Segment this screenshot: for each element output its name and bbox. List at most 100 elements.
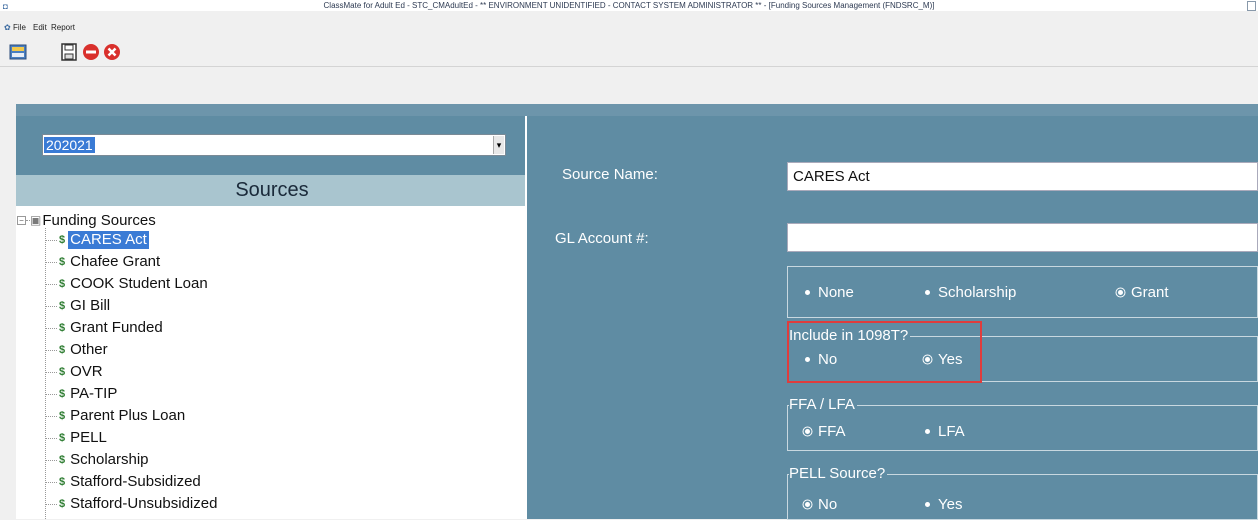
tree-item-label: PA-TIP — [70, 385, 118, 402]
dollar-icon: $ — [59, 322, 66, 334]
tree-item-cook-student-loan[interactable]: $ COOK Student Loan — [45, 274, 210, 294]
pell-radio-yes[interactable]: Yes — [925, 496, 962, 513]
window-title: ClassMate for Adult Ed - STC_CMAdultEd -… — [323, 1, 935, 10]
type-radio-none[interactable]: None — [805, 284, 854, 301]
year-select[interactable]: 202021 ▾ — [42, 134, 506, 156]
type-radio-grant[interactable]: Grant — [1118, 284, 1169, 301]
menu-report[interactable]: Report — [51, 22, 75, 33]
radio-dot — [925, 502, 930, 507]
tree-item-label: Grant Funded — [70, 319, 163, 336]
tree-item-chafee-grant[interactable]: $ Chafee Grant — [45, 252, 162, 272]
tree-item-label: Parent Plus Loan — [70, 407, 186, 424]
tree-item-label: Chafee Grant — [70, 253, 161, 270]
tree-connector — [45, 239, 57, 241]
tree-item-label: GI Bill — [70, 297, 111, 314]
dollar-icon: $ — [59, 300, 66, 312]
dollar-icon: $ — [59, 344, 66, 356]
radio-label: LFA — [938, 423, 965, 440]
dollar-icon: $ — [59, 432, 66, 444]
funding-sources-tree: − ▣ Funding Sources $ CARES Act $ Chafee G… — [16, 206, 513, 519]
tree-item-label: Stafford-Subsidized — [70, 473, 201, 490]
lfa-radio[interactable]: LFA — [925, 423, 965, 440]
tree-item-other[interactable]: $ Other — [45, 340, 110, 360]
radio-dot — [925, 290, 930, 295]
tree-item-pa-tip[interactable]: $ PA-TIP — [45, 384, 119, 404]
dollar-icon: $ — [59, 234, 66, 246]
tree-root[interactable]: − ▣ Funding Sources — [16, 211, 156, 229]
radio-label: None — [818, 284, 854, 301]
dollar-icon: $ — [59, 476, 66, 488]
toolbar — [0, 35, 1258, 65]
tree-connector — [45, 371, 57, 373]
dollar-icon: $ — [59, 410, 66, 422]
delete-button[interactable] — [80, 41, 102, 63]
tree-root-label: Funding Sources — [42, 211, 156, 229]
radio-label: Grant — [1131, 284, 1169, 301]
tree-item-stafford-unsubsidized[interactable]: $ Stafford-Unsubsidized — [45, 494, 219, 514]
tree-connector — [45, 393, 57, 395]
tree-item-cares-act[interactable]: $ CARES Act — [45, 230, 149, 250]
tree-item-stafford-subsidized[interactable]: $ Stafford-Subsidized — [45, 472, 203, 492]
sources-header: Sources — [16, 175, 528, 206]
tree-item-label: Other — [70, 341, 108, 358]
radio-dot — [805, 290, 810, 295]
radio-label: No — [818, 496, 838, 513]
tree-item-scholarship[interactable]: $ Scholarship — [45, 450, 151, 470]
radio-dot-selected — [805, 502, 810, 507]
tree-connector — [45, 503, 57, 505]
radio-label: Scholarship — [938, 284, 1017, 301]
tree-connector — [45, 415, 57, 417]
tree-item-pell[interactable]: $ PELL — [45, 428, 109, 448]
close-button[interactable] — [101, 41, 123, 63]
tree-item-label: PELL — [70, 429, 107, 446]
radio-dot-selected — [805, 429, 810, 434]
radio-label: Yes — [938, 496, 963, 513]
dollar-icon: $ — [59, 366, 66, 378]
type-radio-scholarship[interactable]: Scholarship — [925, 284, 1016, 301]
dollar-icon: $ — [59, 256, 66, 268]
tree-connector — [45, 261, 57, 263]
tree-item-grant-funded[interactable]: $ Grant Funded — [45, 318, 165, 338]
year-select-value: 202021 — [44, 137, 95, 153]
tree-item-label: CARES Act — [68, 231, 149, 249]
tree-connector — [45, 305, 57, 307]
tree-connector — [45, 459, 57, 461]
tree-item-gi-bill[interactable]: $ GI Bill — [45, 296, 112, 316]
dollar-icon: $ — [59, 454, 66, 466]
radio-label: FFA — [818, 423, 846, 440]
tree-item-parent-plus-loan[interactable]: $ Parent Plus Loan — [45, 406, 187, 426]
system-menu-icon[interactable]: ✿ — [4, 22, 11, 33]
dollar-icon: $ — [59, 498, 66, 510]
delete-icon — [81, 42, 101, 62]
pell-source-label: PELL Source? — [789, 465, 888, 482]
menu-file[interactable]: File — [13, 22, 26, 33]
menu-bar: ✿ File Edit Report — [0, 22, 1258, 33]
tree-connector — [45, 327, 57, 329]
save-icon — [59, 42, 79, 62]
gl-account-input[interactable] — [787, 223, 1258, 252]
ffa-lfa-label: FFA / LFA — [789, 396, 857, 413]
source-type-group — [787, 266, 1258, 318]
save-button[interactable] — [58, 41, 80, 63]
tree-item-label: COOK Student Loan — [70, 275, 208, 292]
radio-dot — [925, 429, 930, 434]
tree-connector — [45, 349, 57, 351]
dropdown-arrow-icon[interactable]: ▾ — [493, 136, 504, 154]
tree-connector — [45, 283, 57, 285]
source-name-label: Source Name: — [562, 166, 658, 183]
toolbar-separator — [0, 66, 1258, 67]
source-name-input[interactable]: CARES Act — [787, 162, 1258, 191]
close-icon — [102, 42, 122, 62]
collapse-icon[interactable]: − — [17, 215, 26, 225]
window-restore-icon[interactable] — [1247, 1, 1256, 11]
ffa-radio[interactable]: FFA — [805, 423, 846, 440]
tree-connector — [45, 437, 57, 439]
dollar-icon: $ — [59, 388, 66, 400]
pell-radio-no-option[interactable]: No — [805, 496, 837, 513]
tree-item-ovr[interactable]: $ OVR — [45, 362, 105, 382]
refresh-icon — [8, 42, 28, 62]
left-panel-header-bar — [16, 104, 528, 116]
menu-edit[interactable]: Edit — [33, 22, 47, 33]
refresh-button[interactable] — [7, 41, 29, 63]
tree-item-label: OVR — [70, 363, 103, 380]
